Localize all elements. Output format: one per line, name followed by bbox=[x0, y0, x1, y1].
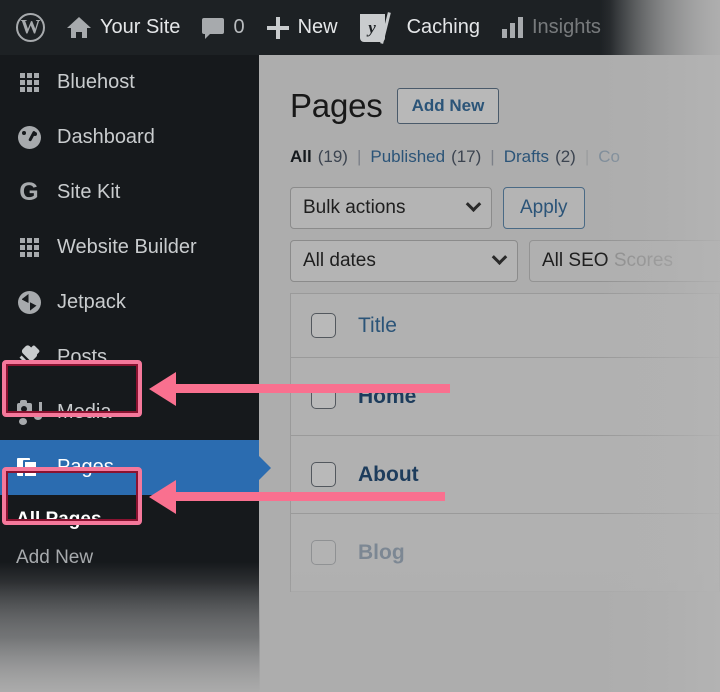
chevron-down-icon bbox=[491, 248, 508, 265]
filter-link-drafts[interactable]: Drafts bbox=[504, 147, 549, 167]
table-row[interactable]: Home bbox=[291, 358, 719, 436]
sidebar-item-posts[interactable]: Posts bbox=[0, 330, 259, 385]
sidebar-item-label: Dashboard bbox=[57, 126, 155, 148]
bulk-actions-select[interactable]: Bulk actions bbox=[290, 187, 492, 229]
filter-link-all[interactable]: All bbox=[290, 147, 312, 167]
filter-separator: | bbox=[584, 147, 590, 166]
adminbar-new-content[interactable]: New bbox=[256, 0, 349, 55]
google-g-icon: G bbox=[19, 178, 39, 206]
adminbar-yoast-seo[interactable]: y bbox=[349, 0, 396, 55]
filter-separator: | bbox=[490, 147, 495, 166]
table-header-row: Title bbox=[291, 294, 719, 358]
new-content-label: New bbox=[297, 16, 338, 38]
media-icon bbox=[16, 399, 42, 425]
filter-count-published: (17) bbox=[451, 147, 482, 166]
sidebar-item-label: Website Builder bbox=[57, 236, 197, 258]
sidebar-item-label: Jetpack bbox=[57, 291, 126, 313]
pushpin-icon bbox=[16, 343, 42, 370]
sidebar-item-bluehost[interactable]: Bluehost bbox=[0, 55, 259, 110]
submenu-item-add-new[interactable]: Add New bbox=[0, 539, 259, 577]
pages-icon bbox=[16, 456, 42, 480]
row-checkbox[interactable] bbox=[311, 540, 336, 565]
admin-sidebar-menu: Bluehost Dashboard G Site Kit Website Bu… bbox=[0, 55, 271, 692]
all-dates-select[interactable]: All dates bbox=[290, 240, 518, 282]
comment-bubble-icon bbox=[202, 17, 225, 39]
status-filter-links: All (19) | Published (17) | Drafts (2) |… bbox=[290, 147, 720, 167]
filter-link-truncated[interactable]: Co bbox=[598, 147, 620, 167]
table-row[interactable]: Blog bbox=[291, 514, 719, 592]
page-header: Pages Add New bbox=[290, 87, 720, 125]
sidebar-item-label: Bluehost bbox=[57, 71, 135, 93]
gauge-icon bbox=[16, 126, 42, 149]
wordpress-admin-screenshot: W Your Site 0 New y Caching Insights Blu… bbox=[0, 0, 720, 692]
row-checkbox[interactable] bbox=[311, 462, 336, 487]
sidebar-item-label: Pages bbox=[57, 456, 114, 478]
apply-button[interactable]: Apply bbox=[503, 187, 585, 229]
all-dates-value: All dates bbox=[303, 250, 376, 271]
arrow-to-pages bbox=[149, 479, 445, 514]
page-title: Pages bbox=[290, 87, 383, 124]
grid-icon bbox=[16, 238, 42, 257]
site-name-label: Your Site bbox=[100, 16, 181, 38]
adminbar-caching[interactable]: Caching bbox=[396, 0, 491, 55]
home-icon bbox=[67, 16, 91, 39]
seo-scores-select[interactable]: All SEO Scores bbox=[529, 240, 720, 282]
sidebar-item-label: Media bbox=[57, 401, 112, 423]
column-header-title[interactable]: Title bbox=[358, 314, 397, 338]
pages-submenu: All Pages Add New bbox=[0, 495, 259, 587]
adminbar-site-name[interactable]: Your Site bbox=[56, 0, 191, 55]
bulk-actions-row: Bulk actions Apply bbox=[290, 187, 720, 229]
arrow-to-posts bbox=[149, 371, 450, 406]
table-row[interactable]: About bbox=[291, 436, 719, 514]
chevron-down-icon bbox=[465, 195, 482, 212]
yoast-icon: y bbox=[359, 13, 385, 42]
adminbar-wordpress-logo[interactable]: W bbox=[0, 0, 56, 55]
jetpack-icon bbox=[16, 291, 42, 314]
wordpress-icon: W bbox=[16, 13, 45, 42]
caching-label: Caching bbox=[406, 16, 480, 38]
sidebar-item-site-kit[interactable]: G Site Kit bbox=[0, 165, 259, 220]
insights-label: Insights bbox=[531, 16, 601, 38]
filter-count-drafts: (2) bbox=[555, 147, 576, 166]
seo-scores-value: All SEO bbox=[542, 250, 614, 271]
sidebar-item-dashboard[interactable]: Dashboard bbox=[0, 110, 259, 165]
comments-count: 0 bbox=[233, 16, 245, 38]
filter-separator: | bbox=[356, 147, 362, 166]
adminbar-insights[interactable]: Insights bbox=[491, 0, 612, 55]
plus-icon bbox=[266, 16, 289, 39]
bulk-actions-value: Bulk actions bbox=[303, 197, 406, 218]
page-title-link[interactable]: About bbox=[358, 463, 419, 487]
sidebar-item-media[interactable]: Media bbox=[0, 385, 259, 440]
select-all-checkbox[interactable] bbox=[311, 313, 336, 338]
admin-bar: W Your Site 0 New y Caching Insights bbox=[0, 0, 720, 55]
sidebar-item-website-builder[interactable]: Website Builder bbox=[0, 220, 259, 275]
filter-count-all: (19) bbox=[317, 147, 348, 166]
sidebar-item-label: Posts bbox=[57, 346, 108, 368]
pages-table: Title Home About Blog bbox=[290, 293, 720, 592]
sidebar-item-pages[interactable]: Pages bbox=[0, 440, 271, 495]
main-content-pages-list: Pages Add New All (19) | Published (17) … bbox=[260, 55, 720, 692]
sidebar-item-jetpack[interactable]: Jetpack bbox=[0, 275, 259, 330]
date-seo-filter-row: All dates All SEO Scores bbox=[290, 240, 720, 282]
seo-scores-value-faded: Scores bbox=[613, 250, 673, 271]
add-new-button[interactable]: Add New bbox=[396, 88, 500, 124]
grid-icon bbox=[16, 73, 42, 92]
sidebar-item-label: Site Kit bbox=[57, 181, 121, 203]
submenu-item-all-pages[interactable]: All Pages bbox=[0, 501, 259, 539]
filter-link-published[interactable]: Published bbox=[370, 147, 445, 167]
page-title-link[interactable]: Blog bbox=[358, 541, 405, 565]
bar-chart-icon bbox=[501, 16, 523, 38]
adminbar-comments[interactable]: 0 bbox=[191, 0, 255, 55]
